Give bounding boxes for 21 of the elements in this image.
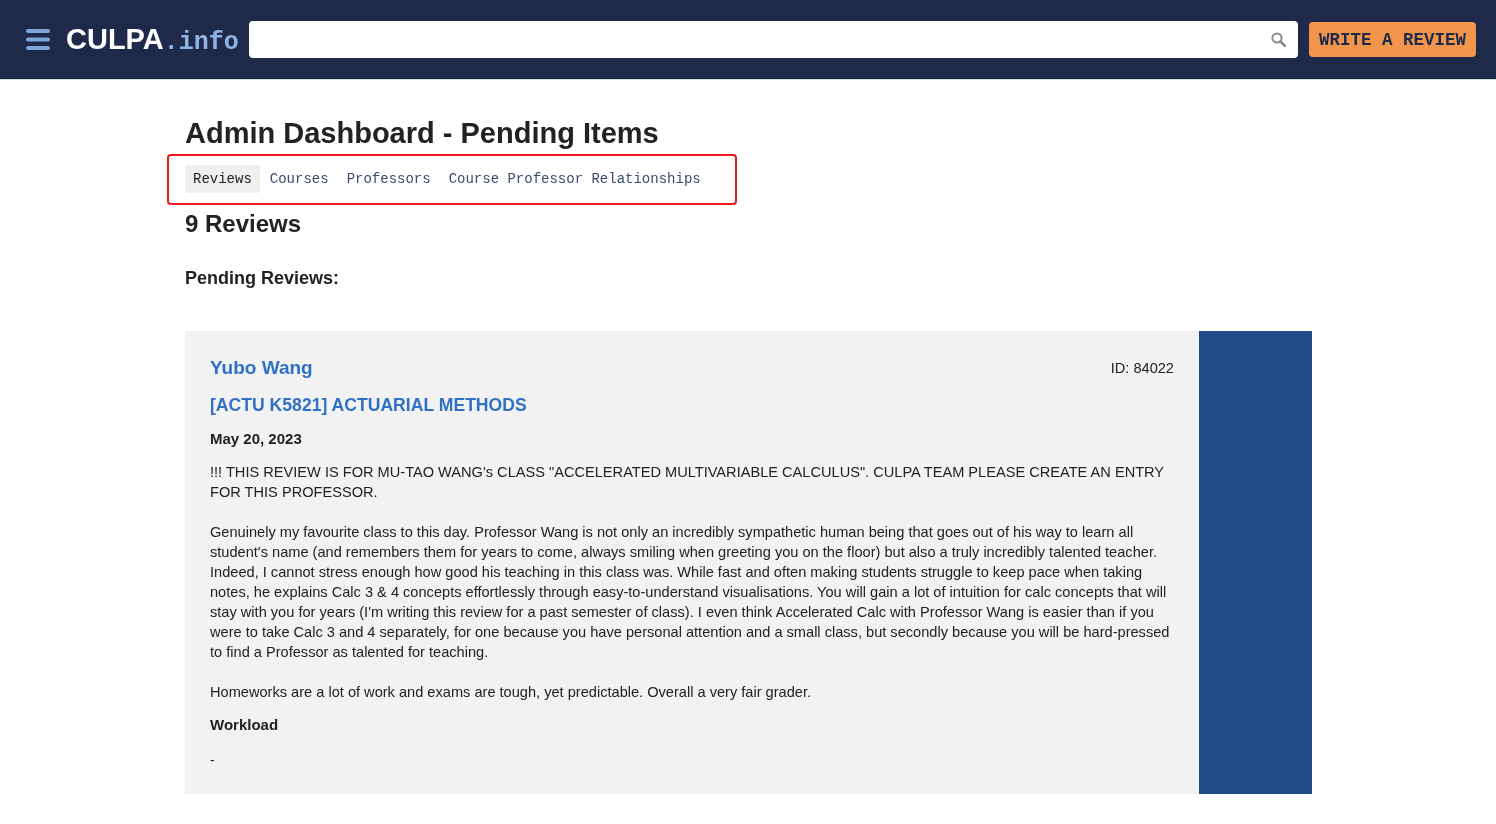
review-paragraph: Homeworks are a lot of work and exams are tough, yet predictable. Overall a very fair grader. (210, 683, 813, 702)
page-title: Admin Dashboard - Pending Items (185, 116, 660, 151)
search-icon[interactable] (1270, 32, 1286, 47)
course-link[interactable]: [ACTU K5821] ACTUARIAL METHODS (210, 393, 1174, 417)
tab[interactable]: Reviews (185, 165, 260, 193)
review-count-heading: 9 Reviews (185, 209, 303, 239)
review-id: ID: 84022 (1110, 360, 1174, 376)
review-date: May 20, 2023 (210, 429, 303, 449)
review-paragraph: !!! THIS REVIEW IS FOR MU-TAO WANG's CLASS "ACCELERATED MULTIVARIABLE CALCULUS". CULPA TEAM PLEASE CREATE AN ENTRY FOR THIS PROFESSOR. (210, 463, 1165, 502)
site-logo[interactable]: CULPA.info (66, 22, 239, 57)
review-paragraph: Genuinely my favourite class to this day. Professor Wang is not only an incredibly sympathetic human being that goes out of his way to learn all student's name (and remembers them for years to come, always smiling when greeting you on the floor) but also a truly incredibly talented teacher. Indeed, I cannot stress enough how good his teaching in this class was. While fast and often making students struggle to keep pace when taking notes, he explains Calc 3 & 4 concepts effortlessly through easy-to-understand visualisations. You will gain a lot of intuition for calc concepts that will stay with you for years (I'm writing this review for a past semester of class). I even think Accelerated Calc with Professor Wang is easier than if you were to take Calc 3 and 4 separately, for one because you have personal attention and a small class, but secondly because you will be hard-pressed to find a Professor as talented for teaching. (210, 523, 1171, 662)
write-review-button[interactable]: WRITE A REVIEW (1308, 22, 1476, 57)
workload-text: - (210, 751, 216, 770)
menu-icon[interactable] (26, 29, 50, 50)
workload-heading: Workload (210, 715, 280, 735)
professor-link[interactable]: Yubo Wang (210, 356, 313, 380)
tab[interactable]: Course Professor Relationships (440, 165, 709, 193)
tab[interactable]: Professors (338, 165, 439, 193)
section-heading: Pending Reviews: (185, 267, 341, 290)
search-field[interactable] (248, 21, 1298, 58)
tab[interactable]: Courses (261, 165, 337, 193)
